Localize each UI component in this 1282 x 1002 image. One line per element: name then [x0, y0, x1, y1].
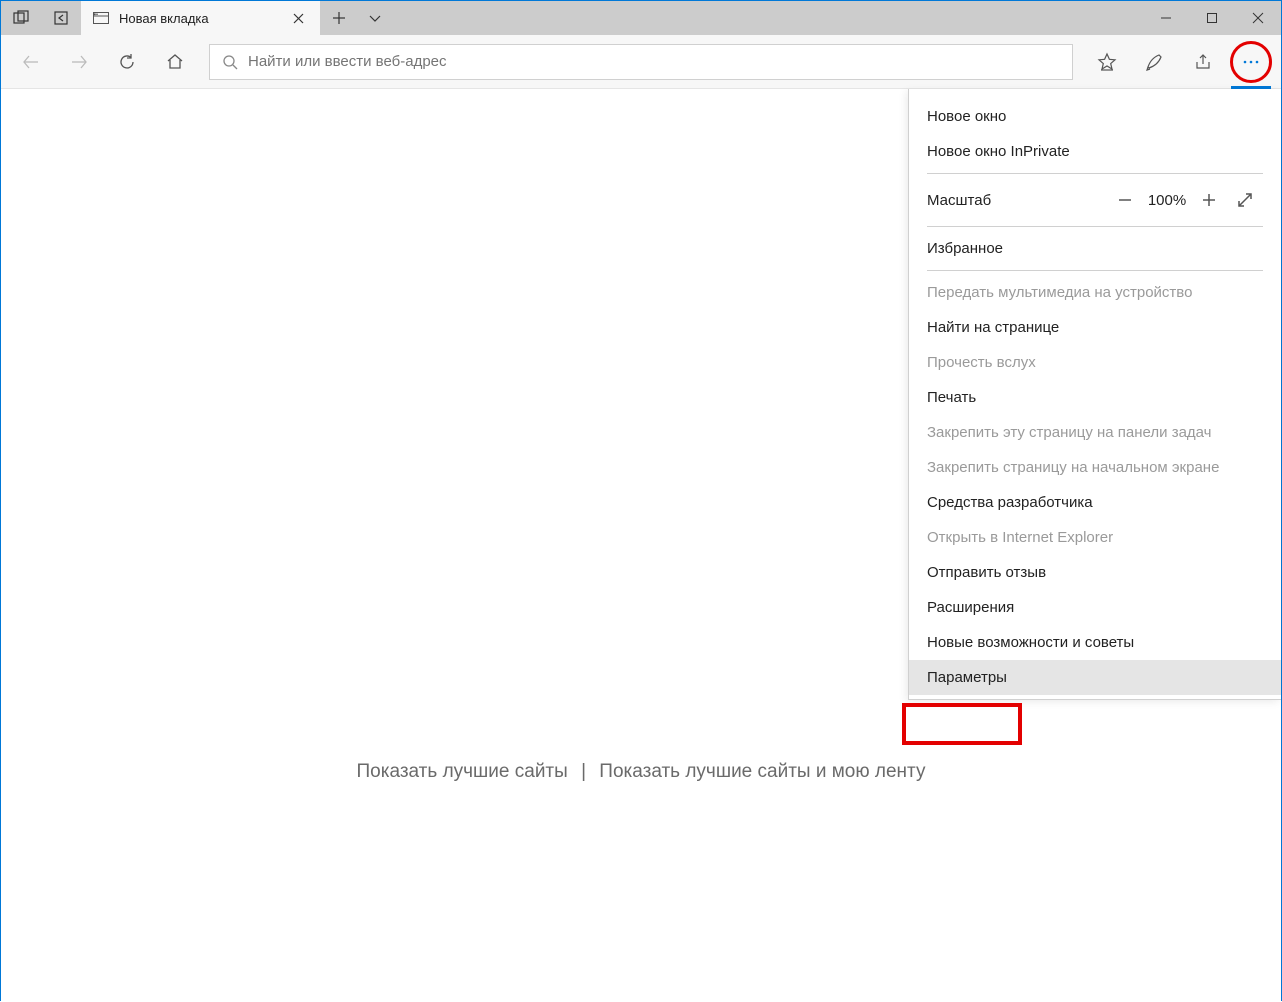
- tab-page-icon: [93, 10, 109, 26]
- menu-favorites[interactable]: Избранное: [909, 231, 1281, 266]
- menu-extensions[interactable]: Расширения: [909, 590, 1281, 625]
- zoom-in-button[interactable]: [1191, 184, 1227, 216]
- zoom-value: 100%: [1143, 192, 1191, 209]
- share-button[interactable]: [1181, 40, 1225, 84]
- new-tab-options: Показать лучшие сайты | Показать лучшие …: [1, 761, 1281, 783]
- browser-tab[interactable]: Новая вкладка: [81, 1, 321, 35]
- back-button[interactable]: [9, 40, 53, 84]
- address-input[interactable]: [248, 53, 1060, 70]
- menu-pin-taskbar: Закрепить эту страницу на панели задач: [909, 415, 1281, 450]
- settings-dropdown: Новое окно Новое окно InPrivate Масштаб …: [908, 89, 1281, 700]
- menu-find[interactable]: Найти на странице: [909, 310, 1281, 345]
- zoom-out-button[interactable]: [1107, 184, 1143, 216]
- set-aside-tabs-button[interactable]: [1, 1, 41, 35]
- menu-feedback[interactable]: Отправить отзыв: [909, 555, 1281, 590]
- menu-cast: Передать мультимедиа на устройство: [909, 275, 1281, 310]
- refresh-button[interactable]: [105, 40, 149, 84]
- menu-new-window[interactable]: Новое окно: [909, 99, 1281, 134]
- menu-whats-new[interactable]: Новые возможности и советы: [909, 625, 1281, 660]
- page-content: Показать лучшие сайты | Показать лучшие …: [1, 89, 1281, 1002]
- zoom-label: Масштаб: [927, 192, 1107, 209]
- menu-divider: [927, 226, 1263, 227]
- toolbar: [1, 35, 1281, 89]
- tabs-menu-button[interactable]: [357, 1, 393, 35]
- menu-open-ie: Открыть в Internet Explorer: [909, 520, 1281, 555]
- separator: |: [581, 761, 586, 782]
- menu-new-inprivate[interactable]: Новое окно InPrivate: [909, 134, 1281, 169]
- tab-title: Новая вкладка: [119, 11, 279, 26]
- show-top-sites-link[interactable]: Показать лучшие сайты: [357, 761, 568, 782]
- menu-settings[interactable]: Параметры: [909, 660, 1281, 695]
- forward-button[interactable]: [57, 40, 101, 84]
- new-tab-button[interactable]: [321, 1, 357, 35]
- menu-pin-start: Закрепить страницу на начальном экране: [909, 450, 1281, 485]
- tab-close-button[interactable]: [289, 13, 308, 24]
- titlebar: Новая вкладка: [1, 1, 1281, 35]
- notes-button[interactable]: [1133, 40, 1177, 84]
- address-bar[interactable]: [209, 44, 1073, 80]
- home-button[interactable]: [153, 40, 197, 84]
- menu-divider: [927, 173, 1263, 174]
- menu-divider: [927, 270, 1263, 271]
- favorites-button[interactable]: [1085, 40, 1129, 84]
- maximize-button[interactable]: [1189, 1, 1235, 35]
- minimize-button[interactable]: [1143, 1, 1189, 35]
- titlebar-left: [1, 1, 81, 35]
- close-window-button[interactable]: [1235, 1, 1281, 35]
- menu-print[interactable]: Печать: [909, 380, 1281, 415]
- window-controls: [1143, 1, 1281, 35]
- search-icon: [222, 54, 238, 70]
- menu-zoom-row: Масштаб 100%: [909, 178, 1281, 222]
- show-tabs-aside-button[interactable]: [41, 1, 81, 35]
- show-top-sites-and-feed-link[interactable]: Показать лучшие сайты и мою ленту: [599, 761, 925, 782]
- more-button[interactable]: [1229, 40, 1273, 84]
- menu-devtools[interactable]: Средства разработчика: [909, 485, 1281, 520]
- menu-read-aloud: Прочесть вслух: [909, 345, 1281, 380]
- titlebar-spacer: [393, 1, 1143, 35]
- annotation-rectangle: [902, 703, 1022, 745]
- fullscreen-button[interactable]: [1227, 184, 1263, 216]
